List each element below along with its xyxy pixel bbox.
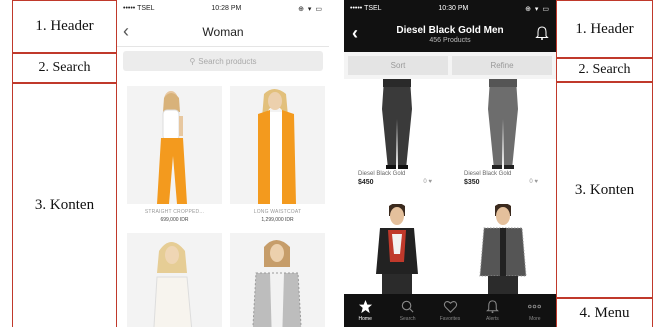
refine-button[interactable]: Refine	[452, 56, 552, 75]
more-icon	[528, 304, 542, 309]
product-price: 1,299,000 IDR	[261, 217, 294, 223]
search-input[interactable]: ⚲ Search products	[123, 51, 323, 71]
search-icon	[401, 300, 414, 313]
label-content-left: 3. Konten	[13, 83, 116, 327]
tab-home[interactable]: Home	[344, 294, 386, 327]
label-header-left: 1. Header	[13, 0, 116, 53]
phone-diesel-men-catalog: ••••• TSEL 10:30 PM ⊕ ▾ ▭ ‹ Diesel Black…	[344, 0, 556, 327]
tab-label: More	[529, 316, 541, 322]
phone-woman-catalog: ••••• TSEL 10:28 PM ⊕ ▾ ▭ ‹ Woman ⚲ Sear…	[117, 0, 329, 327]
page-title: Diesel Black Gold Men	[396, 25, 504, 36]
annotation-column-right: 1. Header 2. Search 3. Konten 4. Menu	[556, 0, 653, 327]
product-name: Diesel Black Gold	[358, 171, 406, 177]
sort-refine-bar: Sort Refine	[344, 52, 556, 79]
status-bar: ••••• TSEL 10:30 PM ⊕ ▾ ▭	[344, 0, 556, 17]
star-icon	[358, 299, 372, 314]
label-search-left: 2. Search	[13, 53, 116, 83]
wishlist-count[interactable]: 0 ♥	[529, 179, 538, 185]
product-image	[230, 86, 325, 204]
label-header-right: 1. Header	[557, 0, 652, 58]
tab-search[interactable]: Search	[386, 294, 428, 327]
header-bar: ‹ Diesel Black Gold Men 456 Products	[344, 17, 556, 52]
product-card[interactable]: STRAIGHT CROPPED... 699,000 IDR	[127, 86, 222, 223]
product-card[interactable]	[450, 203, 556, 304]
back-chevron-icon[interactable]: ‹	[352, 23, 358, 43]
label-content-right: 3. Konten	[557, 82, 652, 298]
search-section: ⚲ Search products	[117, 47, 329, 77]
search-icon: ⚲	[189, 56, 196, 66]
product-image	[376, 203, 418, 304]
carrier-label: ••••• TSEL	[350, 5, 382, 12]
product-count: 456 Products	[429, 37, 471, 44]
product-image	[488, 79, 518, 169]
product-image	[230, 233, 325, 327]
tab-favorites[interactable]: Favorites	[429, 294, 471, 327]
product-card[interactable]: Diesel Black Gold $450 0 ♥	[344, 79, 450, 204]
product-name: LONG WAISTCOAT	[253, 209, 302, 215]
product-card[interactable]	[127, 233, 222, 327]
bell-icon[interactable]	[534, 25, 550, 41]
product-grid: Diesel Black Gold $450 0 ♥ Diesel Black …	[344, 79, 556, 304]
product-card[interactable]: LONG WAISTCOAT 1,299,000 IDR	[230, 86, 325, 223]
bell-icon	[486, 300, 499, 314]
tab-alerts[interactable]: Alerts	[471, 294, 513, 327]
product-card[interactable]	[344, 203, 450, 304]
product-image	[127, 233, 222, 327]
tab-label: Alerts	[486, 316, 499, 322]
product-price: 699,000 IDR	[160, 217, 189, 223]
carrier-label: ••••• TSEL	[123, 5, 155, 12]
status-bar: ••••• TSEL 10:28 PM ⊕ ▾ ▭	[117, 0, 329, 17]
status-icons: ⊕ ▾ ▭	[298, 5, 323, 13]
annotation-column-left: 1. Header 2. Search 3. Konten	[12, 0, 117, 327]
sort-button[interactable]: Sort	[348, 56, 448, 75]
search-placeholder: Search products	[198, 56, 257, 66]
status-icons: ⊕ ▾ ▭	[525, 5, 550, 13]
product-image	[127, 86, 222, 204]
tab-label: Favorites	[439, 316, 461, 322]
header-bar: ‹ Woman	[117, 17, 329, 47]
product-card[interactable]	[230, 233, 325, 327]
product-price: $450	[358, 179, 374, 186]
clock-label: 10:28 PM	[211, 5, 242, 12]
product-price: $350	[464, 179, 480, 186]
product-card[interactable]: Diesel Black Gold $350 0 ♥	[450, 79, 556, 204]
tab-label: Home	[358, 316, 372, 322]
product-image	[382, 79, 412, 169]
clock-label: 10:30 PM	[438, 5, 469, 12]
tab-more[interactable]: More	[514, 294, 556, 327]
product-image	[479, 203, 527, 304]
back-chevron-icon[interactable]: ‹	[123, 21, 129, 41]
label-search-right: 2. Search	[557, 58, 652, 82]
bottom-tab-bar: Home Search Favorites Alerts More	[344, 294, 556, 327]
label-menu-right: 4. Menu	[557, 298, 652, 327]
product-grid: STRAIGHT CROPPED... 699,000 IDR LONG WAI…	[117, 77, 329, 327]
page-title: Woman	[202, 24, 244, 39]
heart-icon	[443, 301, 457, 313]
tab-label: Search	[399, 316, 416, 322]
product-name: STRAIGHT CROPPED...	[144, 209, 205, 215]
product-name: Diesel Black Gold	[464, 171, 512, 177]
wishlist-count[interactable]: 0 ♥	[423, 179, 432, 185]
